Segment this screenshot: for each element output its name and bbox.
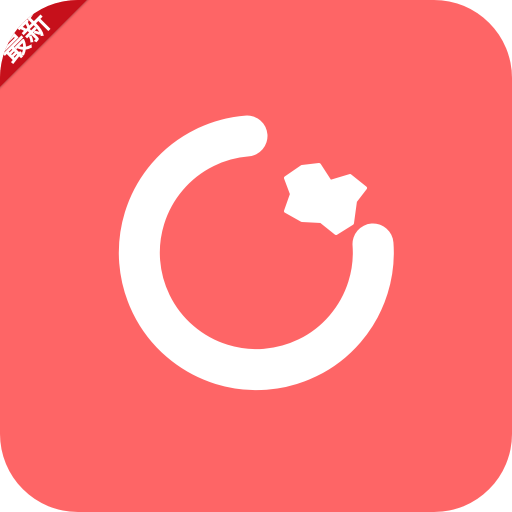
- screenshot-canvas: 最新: [0, 0, 512, 512]
- crescent-arc-icon: [118, 115, 394, 391]
- star-icon: [284, 163, 367, 235]
- app-icon[interactable]: 最新: [0, 0, 512, 512]
- crescent-star-icon: [118, 115, 394, 391]
